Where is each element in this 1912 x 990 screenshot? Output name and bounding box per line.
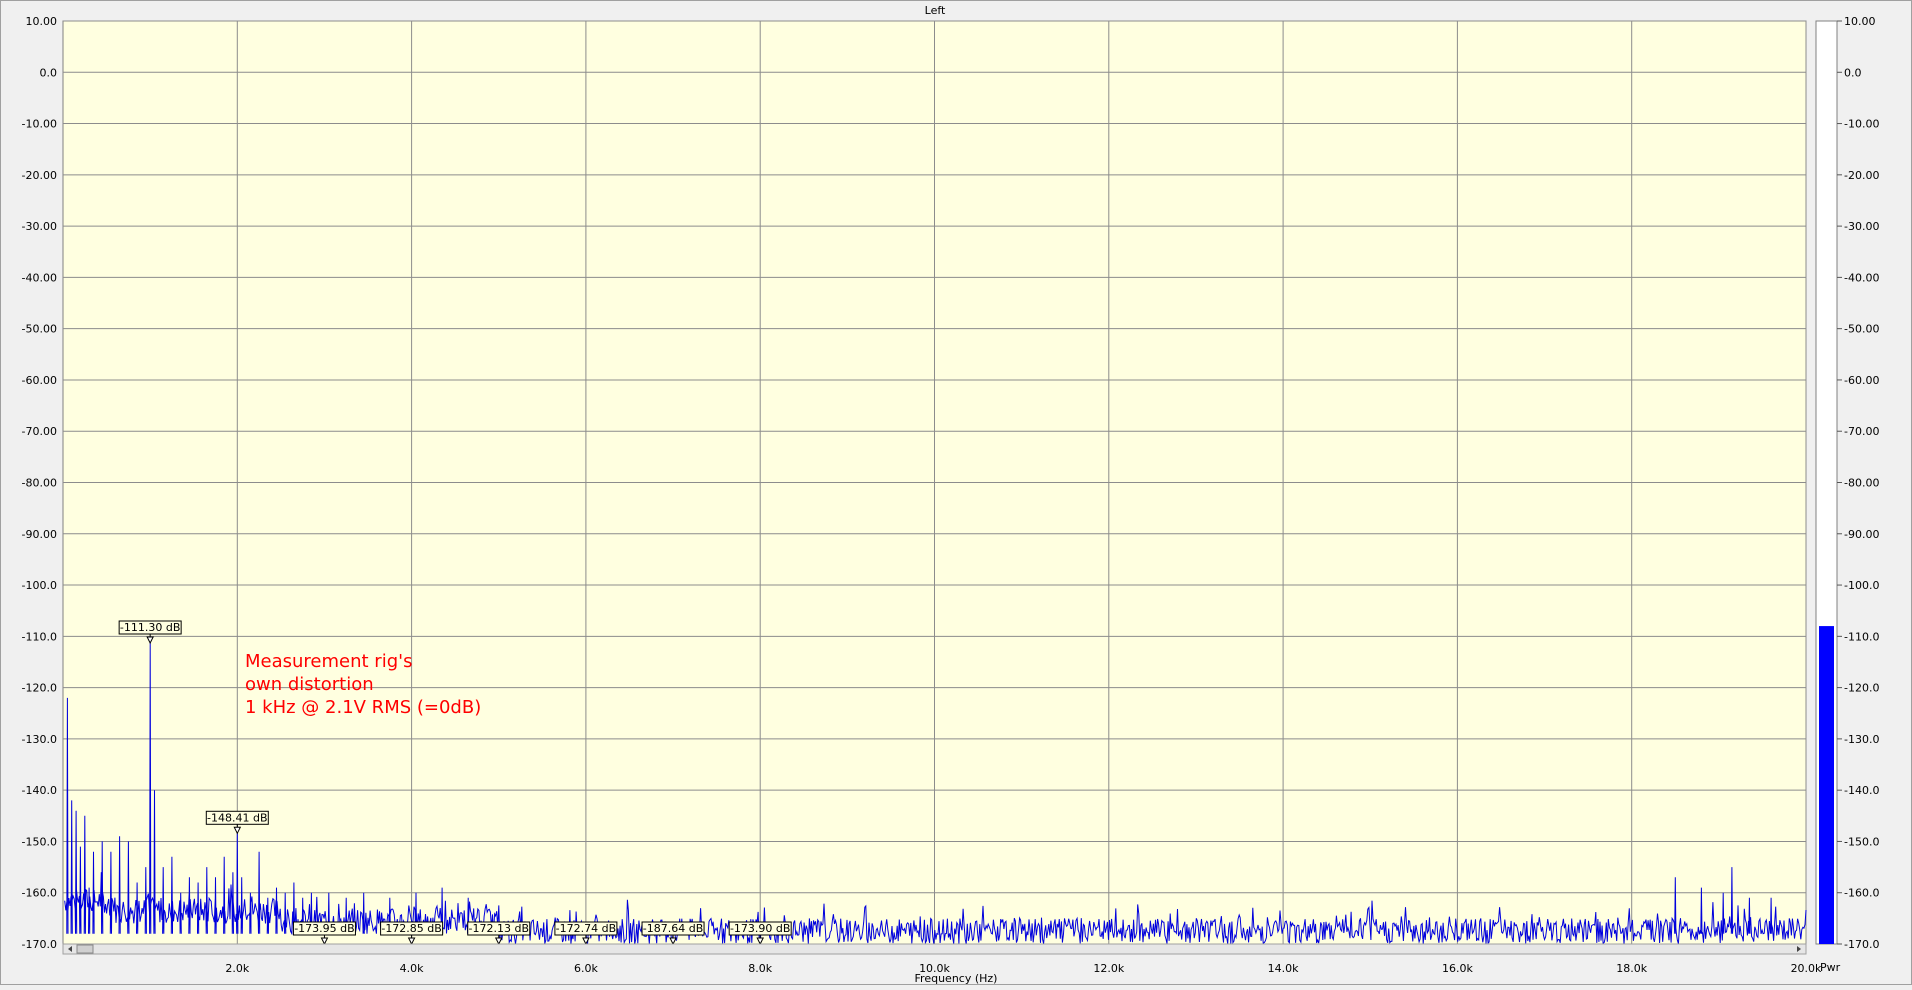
y-tick-label: -150.0 (22, 835, 57, 848)
y-tick-label: -30.00 (22, 220, 57, 233)
y-tick-label: -80.00 (22, 477, 57, 490)
meter-tick-label: -80.00 (1844, 477, 1879, 490)
power-meter-bar (1819, 626, 1834, 944)
spectrum-chart: Left Frequency (Hz) Pwr Measurement rig'… (22, 4, 1880, 985)
y-tick-label: -110.0 (22, 630, 57, 643)
x-tick-label: 2.0k (225, 962, 249, 975)
meter-tick-label: -90.00 (1844, 528, 1879, 541)
horizontal-scrollbar[interactable] (62, 943, 1807, 955)
power-meter-label: Pwr (1820, 961, 1841, 974)
y-tick-label: -130.0 (22, 733, 57, 746)
x-tick-label: 18.0k (1616, 962, 1647, 975)
annotation-line: own distortion (245, 674, 374, 695)
analyzer-window: Left Frequency (Hz) Pwr Measurement rig'… (0, 0, 1912, 985)
meter-tick-label: -10.00 (1844, 118, 1879, 131)
chart-title: Left (925, 4, 946, 17)
y-tick-label: 0.0 (40, 66, 58, 79)
y-tick-label: -20.00 (22, 169, 57, 182)
meter-tick-label: -100.0 (1844, 579, 1879, 592)
marker-label: -172.85 dB (381, 922, 441, 935)
x-tick-label: 16.0k (1442, 962, 1473, 975)
x-tick-label: 14.0k (1268, 962, 1299, 975)
marker-label: -111.30 dB (120, 621, 180, 634)
y-tick-label: -140.0 (22, 784, 57, 797)
meter-tick-label: -140.0 (1844, 784, 1879, 797)
meter-tick-label: 10.00 (1844, 15, 1876, 28)
annotation-line: Measurement rig's (245, 651, 412, 672)
x-tick-label: 4.0k (400, 962, 424, 975)
y-tick-label: -100.0 (22, 579, 57, 592)
y-tick-label: 10.00 (26, 15, 58, 28)
y-tick-label: -160.0 (22, 887, 57, 900)
marker-label: -172.13 dB (469, 922, 529, 935)
y-tick-label: -120.0 (22, 682, 57, 695)
annotation-line: 1 kHz @ 2.1V RMS (=0dB) (245, 697, 481, 718)
marker-label: -173.90 dB (730, 922, 790, 935)
y-tick-label: -40.00 (22, 271, 57, 284)
marker-label: -172.74 dB (556, 922, 616, 935)
meter-tick-label: -60.00 (1844, 374, 1879, 387)
x-tick-label: 20.0k (1791, 962, 1822, 975)
x-tick-label: 6.0k (574, 962, 598, 975)
scrollbar-track (62, 943, 1807, 955)
marker-label: -187.64 dB (643, 922, 703, 935)
x-tick-label: 10.0k (919, 962, 950, 975)
y-tick-label: -60.00 (22, 374, 57, 387)
meter-tick-label: -40.00 (1844, 271, 1879, 284)
meter-tick-label: -30.00 (1844, 220, 1879, 233)
meter-tick-label: -70.00 (1844, 425, 1879, 438)
x-tick-label: 12.0k (1093, 962, 1124, 975)
meter-tick-label: -130.0 (1844, 733, 1879, 746)
y-tick-label: -10.00 (22, 118, 57, 131)
meter-tick-label: -170.0 (1844, 938, 1879, 951)
meter-tick-label: -20.00 (1844, 169, 1879, 182)
marker-label: -173.95 dB (294, 922, 354, 935)
meter-tick-label: -150.0 (1844, 835, 1879, 848)
meter-tick-label: -110.0 (1844, 630, 1879, 643)
y-tick-label: -70.00 (22, 425, 57, 438)
y-tick-label: -170.0 (22, 938, 57, 951)
y-tick-label: -90.00 (22, 528, 57, 541)
meter-tick-label: -120.0 (1844, 682, 1879, 695)
meter-tick-label: 0.0 (1844, 66, 1862, 79)
x-tick-label: 8.0k (748, 962, 772, 975)
y-tick-label: -50.00 (22, 323, 57, 336)
meter-tick-label: -160.0 (1844, 887, 1879, 900)
meter-tick-label: -50.00 (1844, 323, 1879, 336)
scrollbar-thumb[interactable] (76, 944, 94, 954)
marker-label: -148.41 dB (207, 811, 267, 824)
